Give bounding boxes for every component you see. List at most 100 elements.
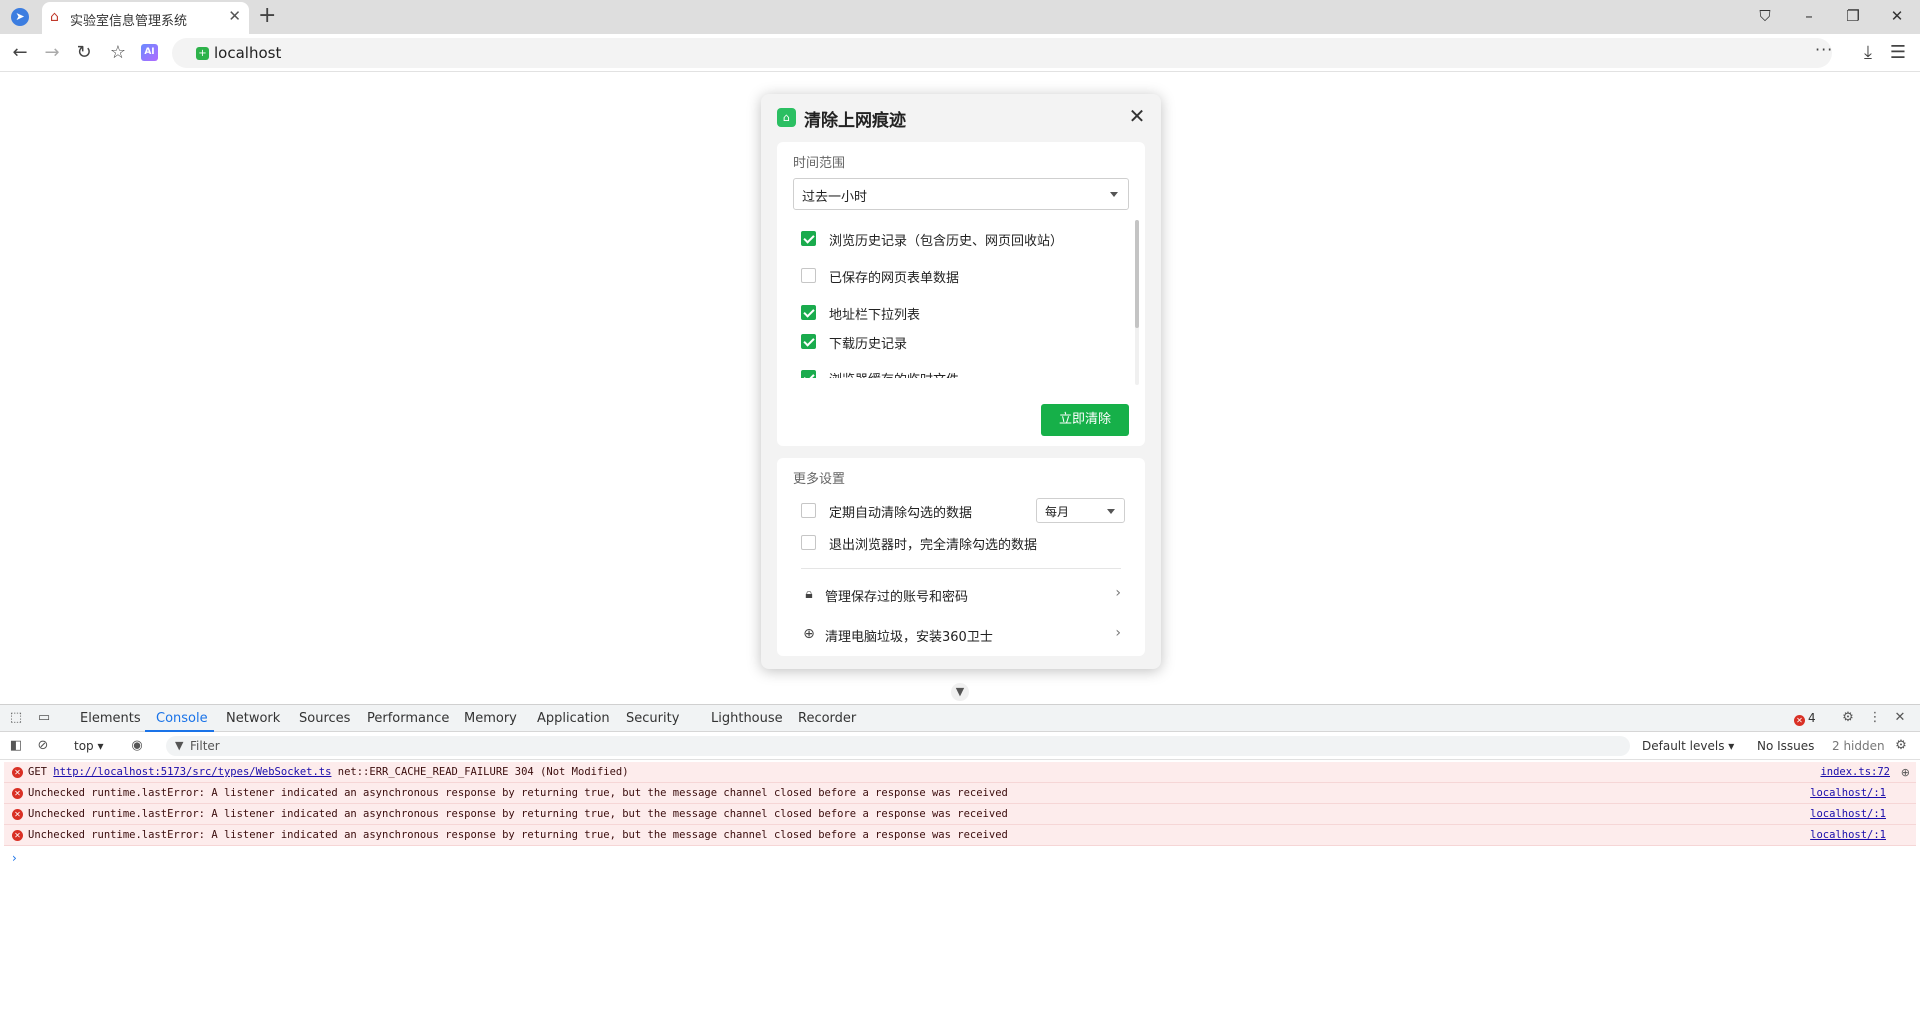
log-url-link[interactable]: http://localhost:5173/src/types/WebSocke… — [53, 766, 331, 778]
tab-elements[interactable]: Elements — [80, 711, 141, 726]
more-options-icon[interactable]: ··· — [1815, 40, 1833, 59]
console-prompt[interactable]: › — [12, 851, 17, 865]
tab-lighthouse[interactable]: Lighthouse — [711, 711, 783, 726]
collapse-arrow-icon[interactable]: ▼ — [951, 683, 969, 701]
clear-console-icon[interactable]: ⊘ — [34, 737, 52, 755]
log-source-link[interactable]: index.ts:72 — [1820, 766, 1890, 778]
log-message: Unchecked runtime.lastError: A listener … — [28, 808, 1008, 820]
clear-item-label: 浏览器缓存的临时文件 — [829, 369, 959, 378]
restore-icon[interactable]: ❐ — [1841, 5, 1865, 27]
log-source-link[interactable]: localhost/:1 — [1810, 808, 1886, 820]
clear-now-button[interactable]: 立即清除 — [1041, 404, 1129, 436]
tab-console[interactable]: Console — [156, 711, 208, 726]
log-row[interactable]: ✕ Unchecked runtime.lastError: A listene… — [4, 804, 1916, 825]
clear-item-download-history[interactable]: 下载历史记录 — [801, 331, 1131, 353]
shirt-skin-icon[interactable]: ⛉ — [1753, 5, 1777, 27]
tab-sources[interactable]: Sources — [299, 711, 350, 726]
favorites-icon[interactable]: ☆ — [106, 41, 130, 65]
clear-item-history[interactable]: 浏览历史记录（包含历史、网页回收站） — [801, 228, 1131, 250]
install-360-link[interactable]: ⊕ 清理电脑垃圾，安装360卫士 › — [801, 620, 1121, 650]
chevron-right-icon: › — [1115, 625, 1121, 641]
clear-item-address-dropdown[interactable]: 地址栏下拉列表 — [801, 302, 1131, 324]
browser-tab[interactable]: ⌂ 实验室信息管理系统 ✕ — [42, 2, 249, 34]
link-label: 管理保存过的账号和密码 — [825, 590, 969, 605]
error-icon: ✕ — [1794, 715, 1805, 726]
checkbox[interactable] — [801, 268, 816, 283]
chevron-down-icon — [1110, 192, 1118, 197]
gear-icon[interactable]: ⚙ — [1839, 709, 1857, 727]
checkbox[interactable] — [801, 503, 816, 518]
link-label: 清理电脑垃圾，安装360卫士 — [825, 630, 993, 645]
checkbox[interactable] — [801, 305, 816, 320]
inspect-element-icon[interactable]: ⬚ — [7, 709, 25, 727]
time-range-select[interactable]: 过去一小时 — [793, 178, 1129, 210]
error-counter[interactable]: ✕ 4 — [1794, 711, 1816, 726]
checkbox[interactable] — [801, 535, 816, 550]
error-count-text: 4 — [1808, 711, 1816, 725]
back-icon[interactable]: ← — [8, 41, 32, 65]
tab-recorder[interactable]: Recorder — [798, 711, 856, 726]
window-close-icon[interactable]: ✕ — [1885, 5, 1909, 27]
ai-icon[interactable]: AI — [141, 44, 158, 61]
log-row[interactable]: ✕ Unchecked runtime.lastError: A listene… — [4, 783, 1916, 804]
tab-network[interactable]: Network — [226, 711, 280, 726]
exit-clear-row[interactable]: 退出浏览器时，完全清除勾选的数据 — [801, 532, 1131, 554]
forward-icon[interactable]: → — [40, 41, 64, 65]
checkbox[interactable] — [801, 334, 816, 349]
tab-application[interactable]: Application — [537, 711, 610, 726]
auto-clear-period-select[interactable]: 每月 — [1036, 498, 1125, 523]
log-suffix: net::ERR_CACHE_READ_FAILURE 304 (Not Mod… — [331, 766, 629, 778]
network-globe-icon[interactable]: ⊕ — [1901, 766, 1910, 779]
kebab-menu-icon[interactable]: ⋮ — [1866, 709, 1884, 727]
hamburger-icon[interactable]: ☰ — [1886, 41, 1910, 65]
dialog-header: ⌂ 清除上网痕迹 ✕ — [761, 94, 1161, 140]
lock-icon: 🔒︎ — [805, 586, 813, 602]
log-source-link[interactable]: localhost/:1 — [1810, 829, 1886, 841]
log-row[interactable]: ✕ GET http://localhost:5173/src/types/We… — [4, 762, 1916, 783]
clear-items-list: 浏览历史记录（包含历史、网页回收站） 已保存的网页表单数据 地址栏下拉列表 — [793, 220, 1141, 330]
gear-icon[interactable]: ⚙ — [1892, 737, 1910, 755]
house-icon: ⌂ — [50, 9, 59, 25]
log-source-link[interactable]: localhost/:1 — [1810, 787, 1886, 799]
more-settings-label: 更多设置 — [793, 472, 846, 487]
clear-data-dialog: ⌂ 清除上网痕迹 ✕ 时间范围 过去一小时 浏览历史记录（包含历史、网页回收站）… — [761, 94, 1161, 669]
issues-indicator[interactable]: No Issues — [1757, 739, 1814, 753]
device-toolbar-icon[interactable]: ▭ — [35, 709, 53, 727]
download-icon[interactable]: ⤓ — [1856, 41, 1880, 65]
url-text[interactable]: localhost — [214, 44, 281, 62]
filter-icon: ▼ — [175, 739, 184, 752]
tab-security[interactable]: Security — [626, 711, 679, 726]
log-levels-select[interactable]: Default levels ▾ — [1642, 739, 1734, 753]
minimize-icon[interactable]: – — [1797, 5, 1821, 27]
clear-item-label: 地址栏下拉列表 — [829, 308, 921, 323]
checkbox[interactable] — [801, 370, 816, 378]
tab-memory[interactable]: Memory — [464, 711, 517, 726]
sidebar-toggle-icon[interactable]: ◧ — [7, 737, 25, 755]
time-range-label: 时间范围 — [793, 156, 846, 171]
checkbox[interactable] — [801, 231, 816, 246]
dialog-close-icon[interactable]: ✕ — [1125, 104, 1149, 128]
eye-icon[interactable]: ◉ — [128, 737, 146, 755]
send-arrow-icon[interactable]: ➤ — [11, 8, 29, 26]
auto-clear-label: 定期自动清除勾选的数据 — [829, 506, 973, 521]
close-devtools-icon[interactable]: ✕ — [1891, 709, 1909, 727]
scrollbar-thumb[interactable] — [1135, 220, 1139, 328]
clear-item-label: 已保存的网页表单数据 — [829, 271, 960, 286]
log-row[interactable]: ✕ Unchecked runtime.lastError: A listene… — [4, 825, 1916, 846]
tab-performance[interactable]: Performance — [367, 711, 449, 726]
context-select[interactable]: top ▾ — [74, 739, 104, 753]
filter-placeholder: Filter — [190, 739, 220, 753]
browser-toolbar: ← → ↻ ☆ AI + localhost ··· ⤓ ☰ — [0, 34, 1920, 72]
list-scrollbar[interactable] — [1135, 220, 1139, 385]
clear-item-form-data[interactable]: 已保存的网页表单数据 — [801, 265, 1131, 287]
clear-item-label: 浏览历史记录（包含历史、网页回收站） — [829, 234, 1064, 249]
tab-close-icon[interactable]: ✕ — [228, 8, 241, 24]
address-bar[interactable]: + localhost — [172, 38, 1832, 68]
manage-passwords-link[interactable]: 🔒︎ 管理保存过的账号和密码 › — [801, 580, 1121, 610]
clear-item-cache[interactable]: 浏览器缓存的临时文件 — [801, 367, 1131, 378]
divider — [801, 568, 1121, 569]
tab-strip: ➤ ⌂ 实验室信息管理系统 ✕ + ⛉ – ❐ ✕ — [0, 0, 1920, 34]
filter-input[interactable]: ▼ Filter — [166, 736, 1630, 756]
new-tab-button[interactable]: + — [258, 5, 276, 27]
reload-icon[interactable]: ↻ — [72, 41, 96, 65]
